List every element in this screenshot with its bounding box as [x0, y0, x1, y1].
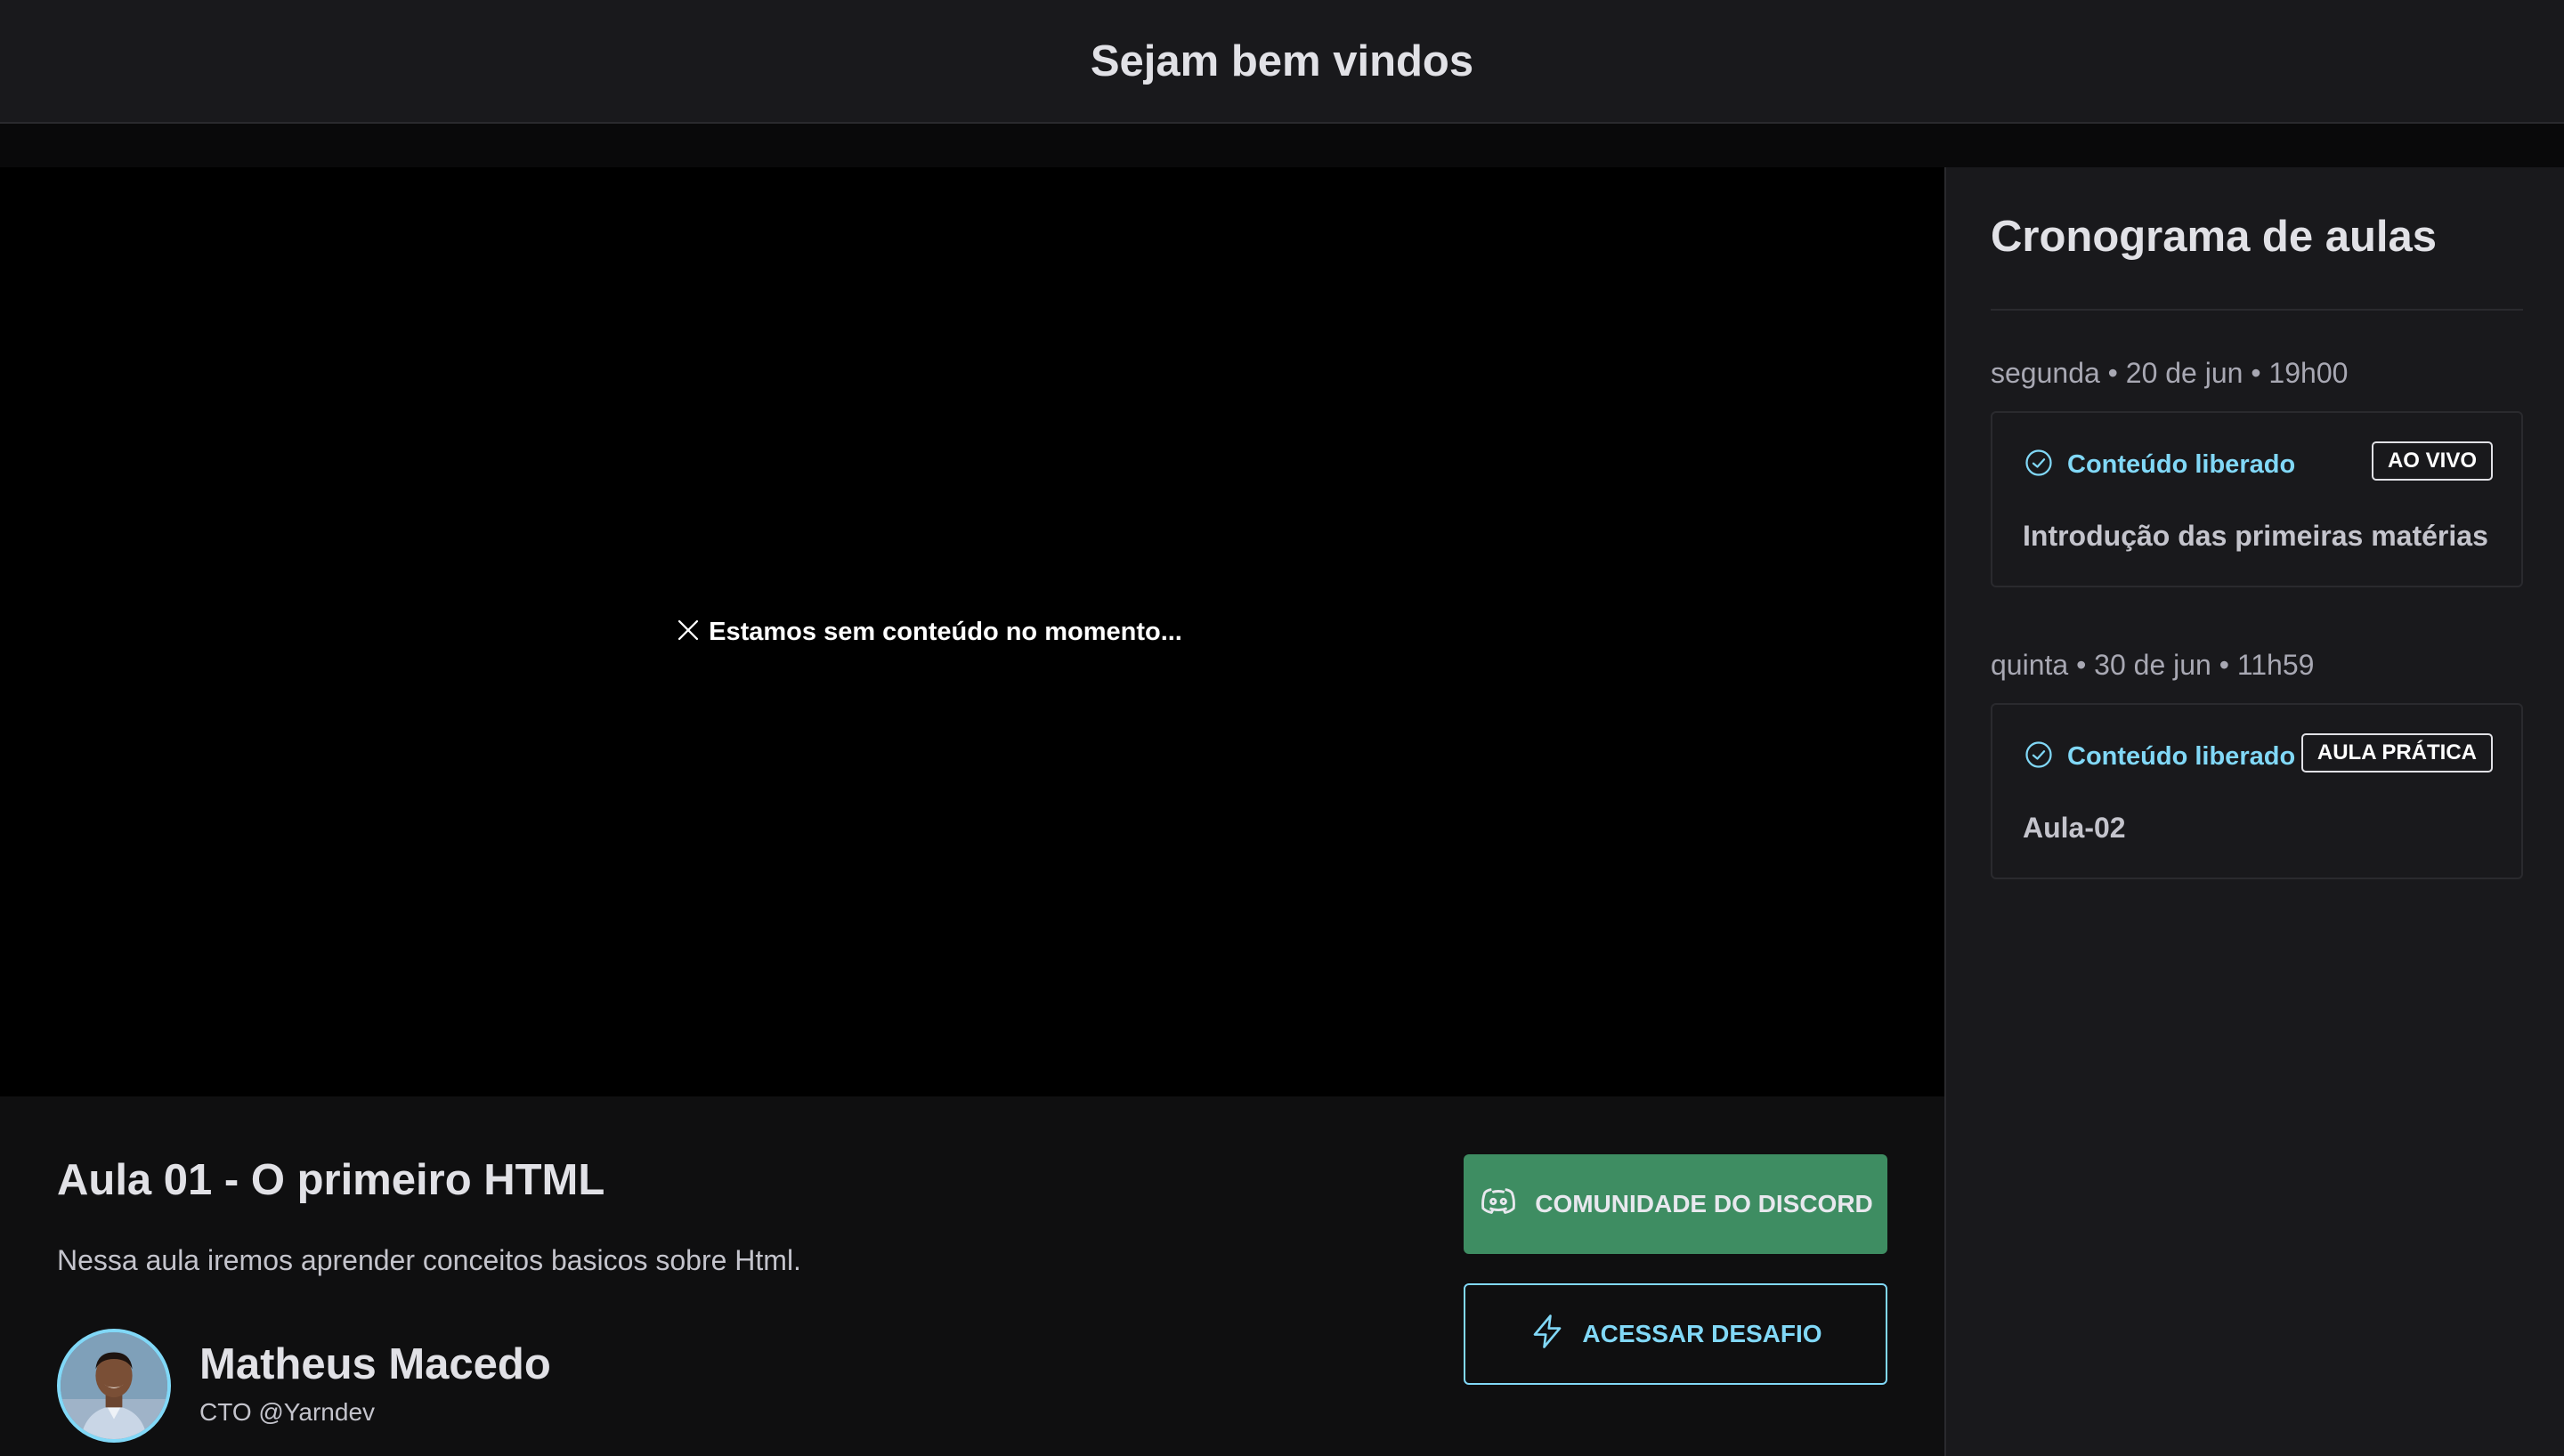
check-circle-icon — [2023, 739, 2055, 775]
lesson-card-title: Introdução das primeiras matérias — [2023, 520, 2488, 552]
lesson-title: Aula 01 - O primeiro HTML — [57, 1156, 605, 1204]
lesson-date: quinta • 30 de jun • 11h59 — [1991, 649, 2315, 681]
lesson-status: Conteúdo liberado — [2023, 739, 2295, 775]
lesson-card[interactable]: Conteúdo liberado AULA PRÁTICA Aula-02 — [1991, 703, 2523, 879]
page-header: Sejam bem vindos — [0, 0, 2564, 124]
instructor-role: CTO @Yarndev — [199, 1398, 376, 1426]
challenge-button-label: ACESSAR DESAFIO — [1582, 1320, 1822, 1347]
lesson-card-title: Aula-02 — [2023, 812, 2126, 844]
lesson-info: Aula 01 - O primeiro HTML Nessa aula ire… — [0, 1096, 1944, 1456]
lesson-status-text: Conteúdo liberado — [2067, 742, 2296, 771]
access-challenge-button[interactable]: ACESSAR DESAFIO — [1464, 1283, 1887, 1385]
lesson-type-badge: AO VIVO — [2371, 441, 2493, 481]
discord-icon — [1478, 1181, 1519, 1228]
lesson-description: Nessa aula iremos aprender conceitos bas… — [57, 1244, 801, 1276]
lesson-type-badge: AULA PRÁTICA — [2300, 733, 2493, 772]
discord-community-button[interactable]: COMUNIDADE DO DISCORD — [1464, 1154, 1887, 1254]
lesson-date: segunda • 20 de jun • 19h00 — [1991, 357, 2349, 389]
check-circle-icon — [2023, 447, 2055, 483]
lesson-status-text: Conteúdo liberado — [2067, 450, 2296, 479]
empty-content-text: Estamos sem conteúdo no momento... — [709, 617, 1182, 646]
lesson-schedule-sidebar: Cronograma de aulas segunda • 20 de jun … — [1944, 167, 2564, 1456]
divider — [1991, 309, 2523, 311]
lesson-status: Conteúdo liberado — [2023, 447, 2295, 483]
page-title: Sejam bem vindos — [1090, 36, 1474, 85]
close-icon — [673, 615, 703, 650]
avatar — [57, 1329, 171, 1443]
video-player[interactable]: Estamos sem conteúdo no momento... — [0, 167, 1944, 1096]
empty-content-message: Estamos sem conteúdo no momento... — [673, 615, 1182, 650]
sidebar-title: Cronograma de aulas — [1991, 213, 2438, 261]
instructor-name: Matheus Macedo — [199, 1340, 551, 1388]
lesson-card[interactable]: Conteúdo liberado AO VIVO Introdução das… — [1991, 411, 2523, 587]
lightning-icon — [1529, 1311, 1566, 1358]
discord-button-label: COMUNIDADE DO DISCORD — [1535, 1190, 1873, 1217]
